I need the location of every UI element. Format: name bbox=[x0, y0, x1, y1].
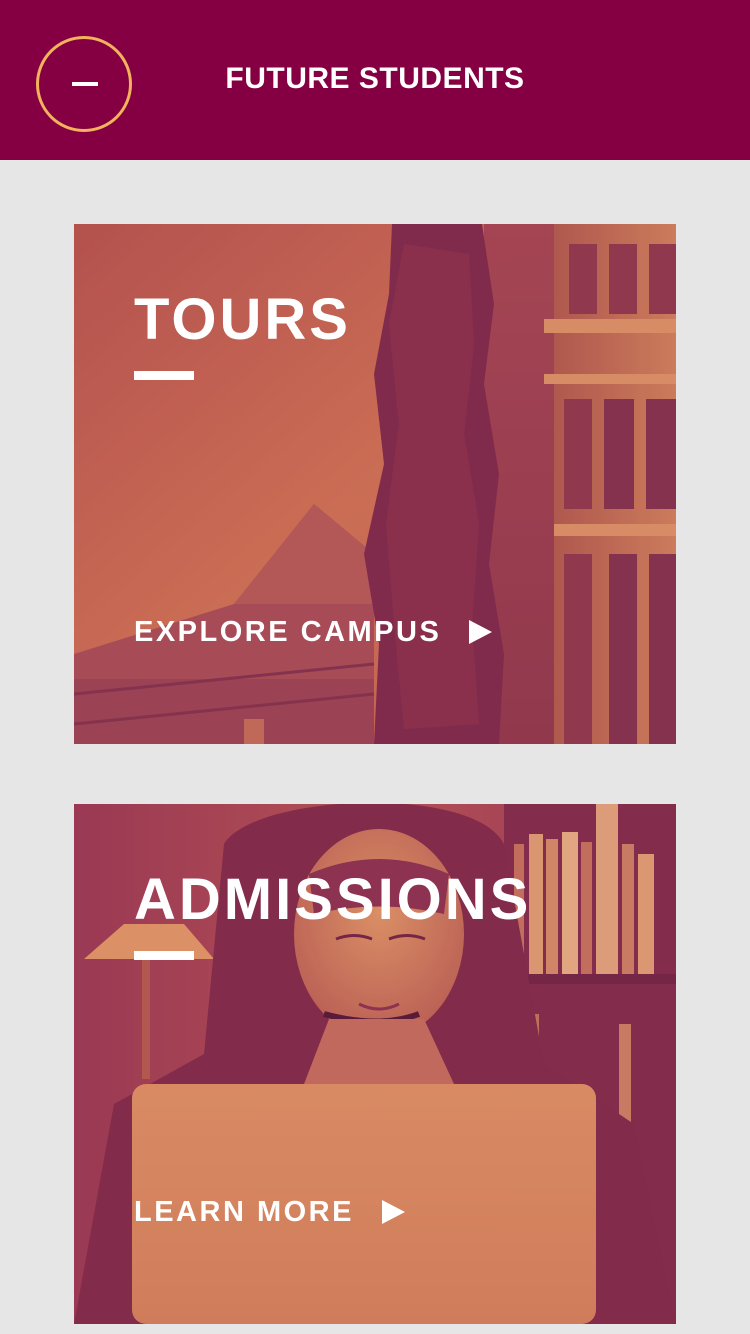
app-header: FUTURE STUDENTS bbox=[0, 0, 750, 160]
tours-card[interactable]: TOURS EXPLORE CAMPUS bbox=[74, 224, 676, 744]
link-label: EXPLORE CAMPUS bbox=[134, 616, 442, 648]
card-title: TOURS bbox=[134, 287, 351, 352]
page-title: FUTURE STUDENTS bbox=[225, 62, 525, 95]
learn-more-link[interactable]: LEARN MORE bbox=[134, 1194, 405, 1230]
title-underline bbox=[134, 951, 194, 960]
explore-campus-link[interactable]: EXPLORE CAMPUS bbox=[134, 614, 493, 650]
play-arrow-icon bbox=[469, 620, 493, 644]
title-underline bbox=[134, 371, 194, 380]
link-label: LEARN MORE bbox=[134, 1196, 354, 1228]
admissions-card[interactable]: ADMISSIONS LEARN MORE bbox=[74, 804, 676, 1324]
play-arrow-icon bbox=[381, 1200, 405, 1224]
card-title: ADMISSIONS bbox=[134, 867, 532, 932]
